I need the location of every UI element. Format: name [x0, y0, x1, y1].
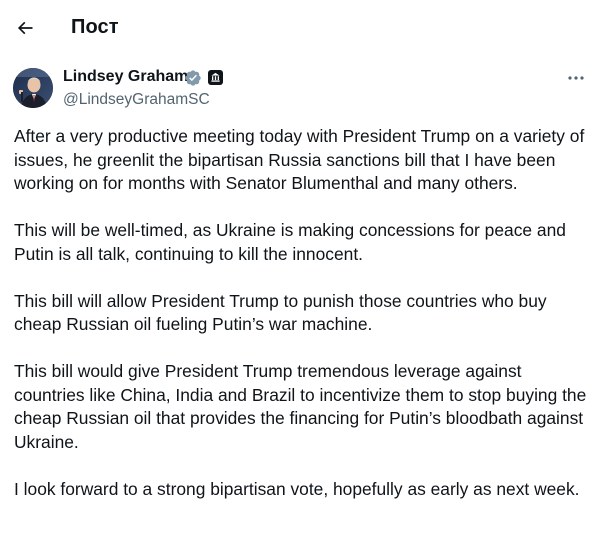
post-header: Пост	[0, 0, 600, 56]
post-page: Пост Lindsey Graham @LindseyGrahamSC Aft…	[0, 0, 600, 538]
more-options-button[interactable]	[564, 68, 588, 88]
tweet-text: After a very productive meeting today wi…	[14, 125, 594, 501]
page-title: Пост	[71, 16, 119, 38]
tweet-paragraph: I look forward to a strong bipartisan vo…	[14, 478, 580, 499]
tweet-paragraph: This bill will allow President Trump to …	[14, 290, 547, 335]
author-name[interactable]: Lindsey Graham	[63, 68, 188, 86]
government-badge-icon	[208, 70, 223, 85]
more-options-icon	[568, 76, 584, 80]
tweet-paragraph: This bill would give President Trump tre…	[14, 361, 587, 452]
author-handle[interactable]: @LindseyGrahamSC	[63, 91, 210, 109]
tweet-paragraph: This will be well-timed, as Ukraine is m…	[14, 220, 566, 264]
avatar-image	[13, 68, 53, 108]
verified-badge-icon	[185, 70, 201, 86]
tweet-paragraph: After a very productive meeting today wi…	[14, 126, 585, 193]
avatar[interactable]	[13, 68, 53, 108]
arrow-left-icon	[17, 21, 33, 35]
back-button[interactable]	[12, 15, 38, 41]
